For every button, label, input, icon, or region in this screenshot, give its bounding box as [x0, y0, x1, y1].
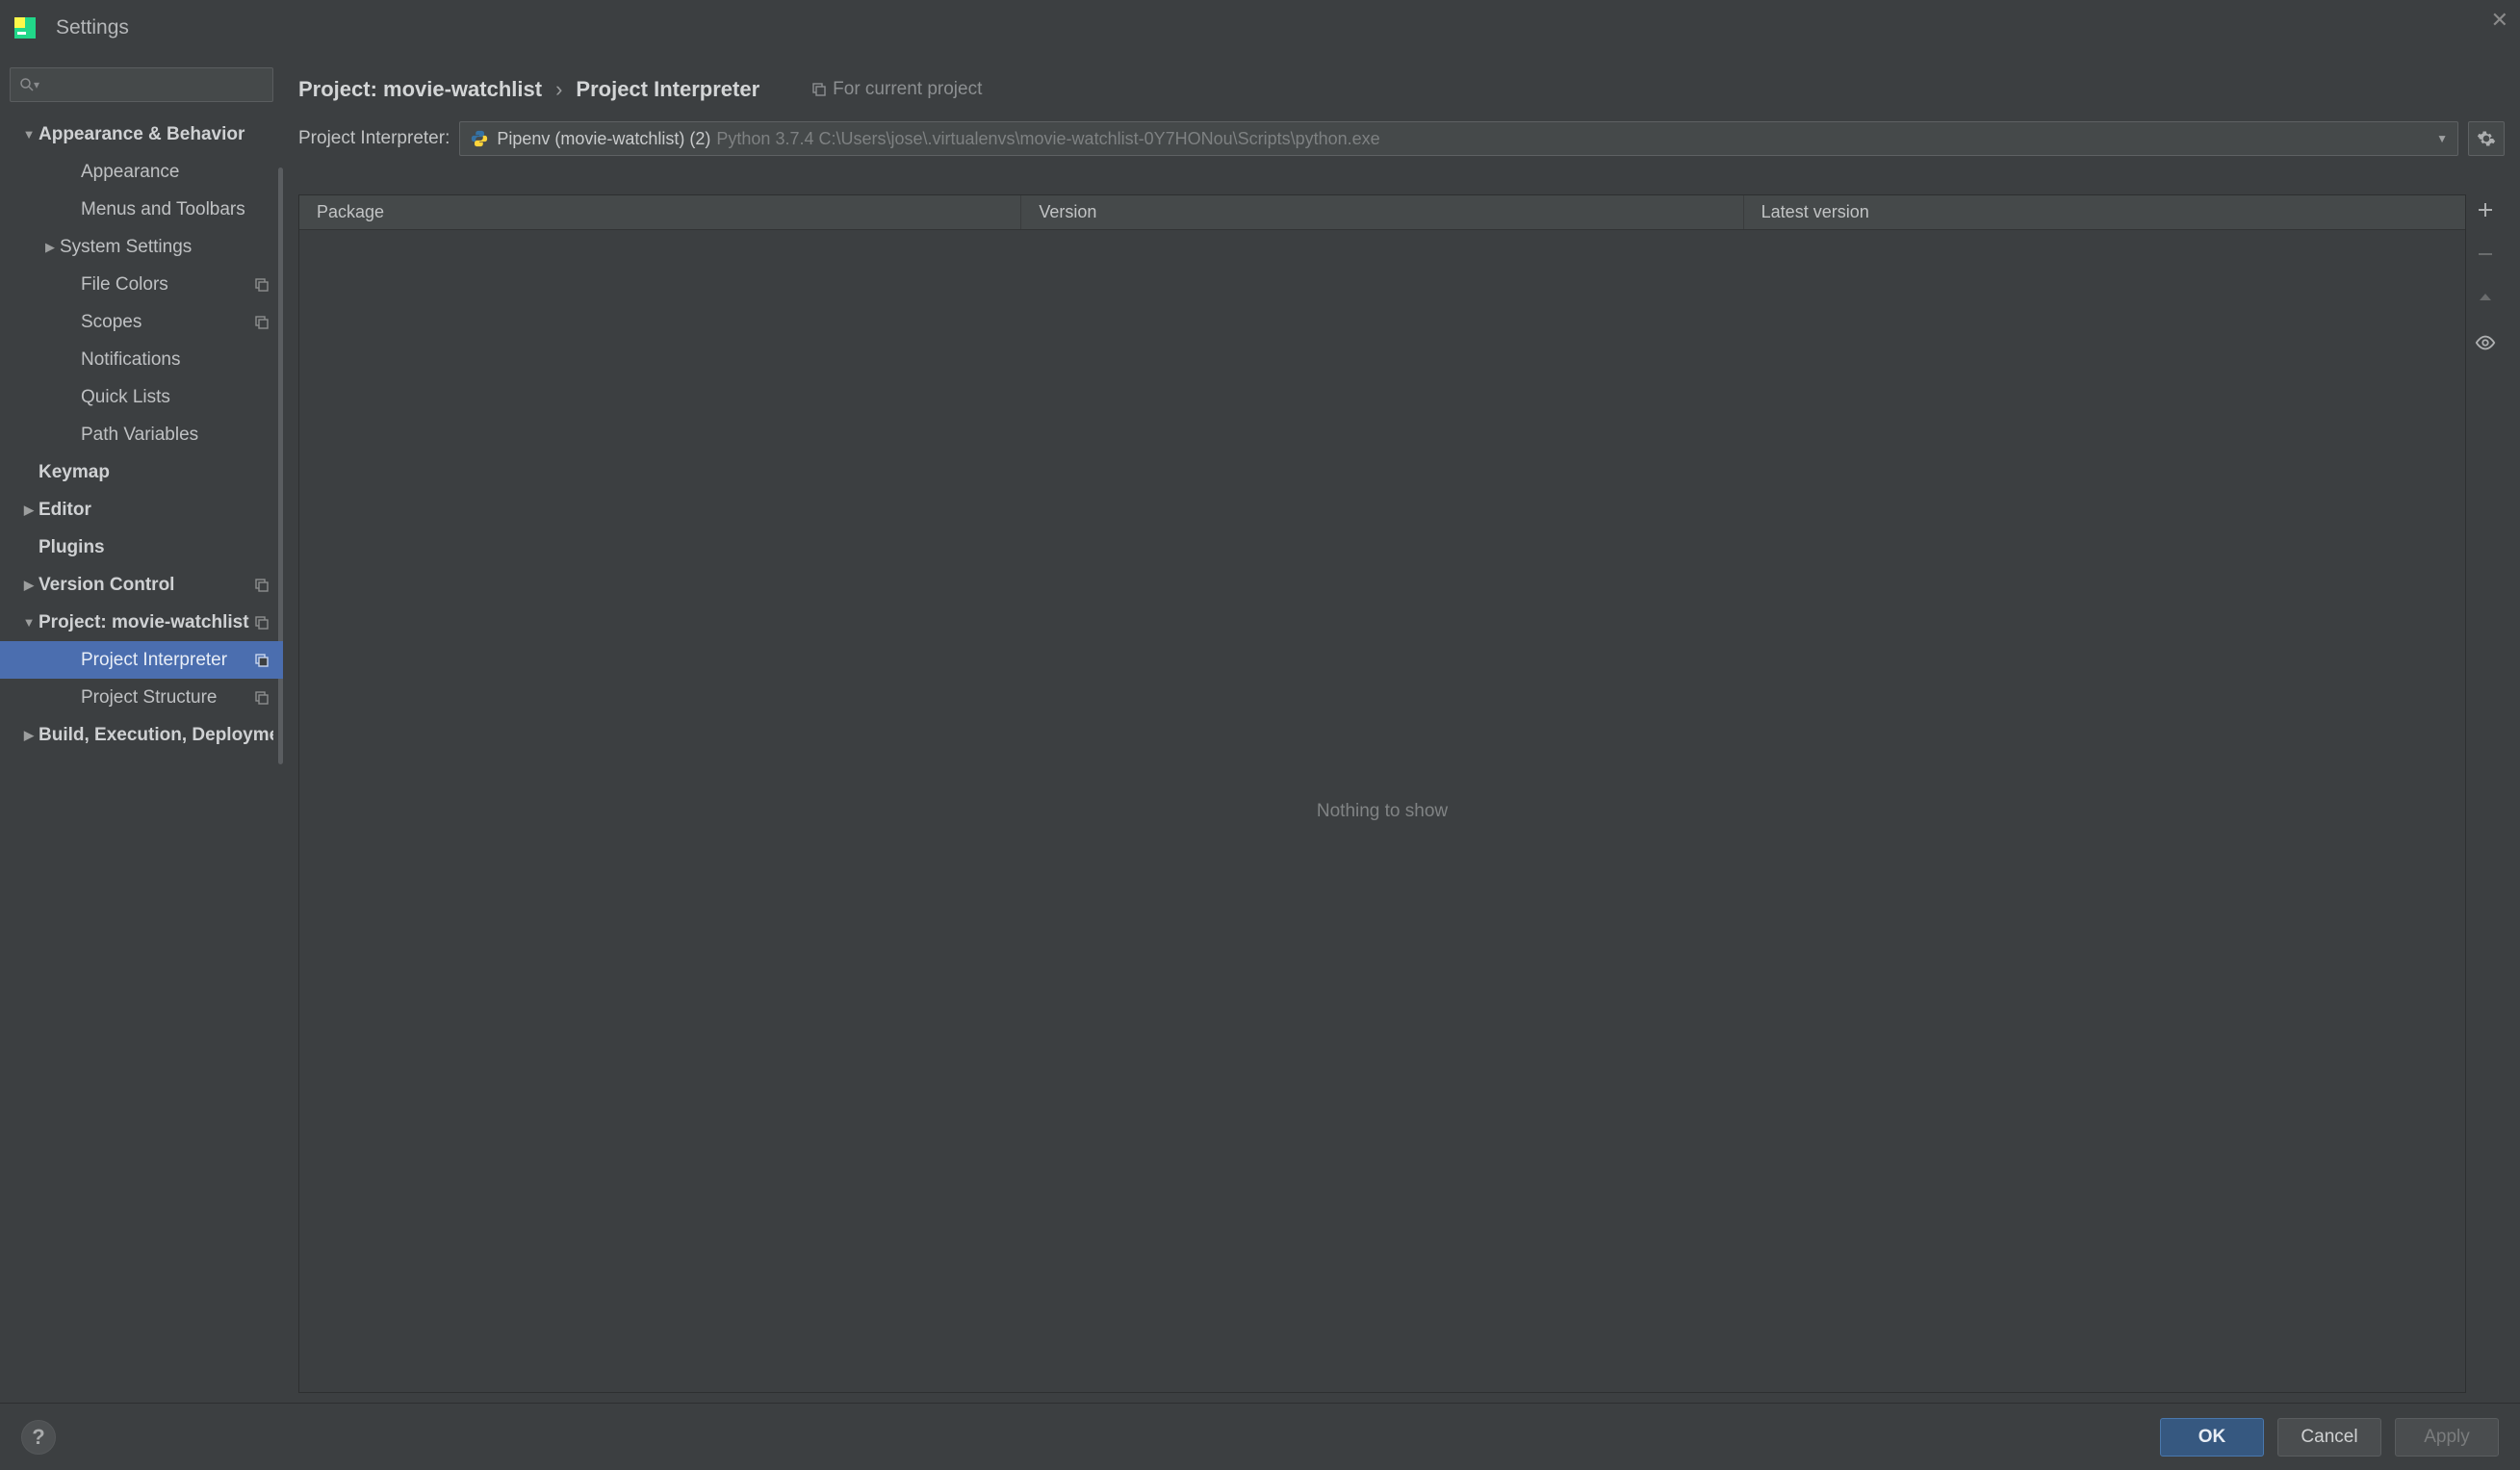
tree-item-label: Version Control: [39, 575, 273, 596]
tree-item-label: Quick Lists: [81, 387, 273, 408]
tree-item-path-variables[interactable]: Path Variables: [0, 416, 283, 453]
tree-item-label: Plugins: [39, 537, 273, 558]
copy-icon: [811, 82, 827, 97]
breadcrumb-seg-2: Project Interpreter: [576, 77, 759, 102]
app-icon: [12, 14, 39, 41]
tree-item-project-movie-watchlist[interactable]: Project: movie-watchlist: [0, 604, 283, 641]
tree-item-scopes[interactable]: Scopes: [0, 303, 283, 341]
footer: ? OK Cancel Apply: [0, 1403, 2520, 1470]
project-level-icon: [254, 653, 270, 668]
breadcrumb-separator: ›: [555, 77, 562, 102]
tree-item-label: Notifications: [81, 349, 273, 371]
breadcrumb-seg-1: Project: movie-watchlist: [298, 77, 542, 102]
column-package[interactable]: Package: [299, 195, 1021, 229]
breadcrumb-hint: For current project: [811, 79, 982, 100]
sidebar: ▾ Appearance & Behavior Appearance Menus a…: [0, 56, 283, 1403]
tree-item-label: Build, Execution, Deployment: [39, 725, 273, 746]
tree-item-label: Appearance & Behavior: [39, 124, 273, 145]
plus-icon: [2476, 200, 2495, 219]
tree-item-keymap[interactable]: Keymap: [0, 453, 283, 491]
package-area: Package Version Latest version Nothing t…: [283, 168, 2520, 1403]
add-package-button[interactable]: [2472, 196, 2499, 223]
interpreter-label: Project Interpreter:: [298, 128, 450, 149]
tree-item-label: System Settings: [60, 237, 273, 258]
chevron-right-icon[interactable]: [19, 578, 39, 593]
column-latest[interactable]: Latest version: [1744, 195, 2465, 229]
tree-item-menus-and-toolbars[interactable]: Menus and Toolbars: [0, 191, 283, 228]
tree-item-label: Project: movie-watchlist: [39, 612, 273, 633]
search-dropdown-caret[interactable]: ▾: [34, 78, 39, 91]
tree-item-plugins[interactable]: Plugins: [0, 529, 283, 566]
tree-item-editor[interactable]: Editor: [0, 491, 283, 529]
tree-item-label: Project Interpreter: [81, 650, 273, 671]
chevron-right-icon[interactable]: [40, 240, 60, 255]
settings-tree: Appearance & Behavior Appearance Menus and…: [0, 110, 283, 1403]
tree-item-build-execution-deployment[interactable]: Build, Execution, Deployment: [0, 716, 283, 754]
tree-item-label: File Colors: [81, 274, 273, 296]
package-table-header: Package Version Latest version: [299, 195, 2465, 230]
chevron-down-icon[interactable]: [19, 615, 39, 630]
interpreter-path: Python 3.7.4 C:\Users\jose\.virtualenvs\…: [716, 129, 2429, 149]
eye-icon: [2475, 332, 2496, 353]
search-input[interactable]: ▾: [10, 67, 273, 102]
tree-item-file-colors[interactable]: File Colors: [0, 266, 283, 303]
project-level-icon: [254, 315, 270, 330]
tree-item-system-settings[interactable]: System Settings: [0, 228, 283, 266]
package-table: Package Version Latest version Nothing t…: [298, 194, 2466, 1393]
help-icon: ?: [32, 1425, 44, 1450]
breadcrumb: Project: movie-watchlist › Project Inter…: [283, 56, 2520, 116]
show-early-releases-button[interactable]: [2472, 329, 2499, 356]
tree-item-label: Project Structure: [81, 687, 273, 709]
tree-item-appearance-behavior[interactable]: Appearance & Behavior: [0, 116, 283, 153]
apply-button[interactable]: Apply: [2395, 1418, 2499, 1457]
tree-item-quick-lists[interactable]: Quick Lists: [0, 378, 283, 416]
main-panel: Project: movie-watchlist › Project Inter…: [283, 56, 2520, 1403]
interpreter-row: Project Interpreter: Pipenv (movie-watch…: [283, 116, 2520, 168]
tree-item-project-structure[interactable]: Project Structure: [0, 679, 283, 716]
tree-item-appearance[interactable]: Appearance: [0, 153, 283, 191]
tree-item-notifications[interactable]: Notifications: [0, 341, 283, 378]
empty-message: Nothing to show: [1317, 801, 1448, 822]
search-wrap: ▾: [0, 56, 283, 110]
help-button[interactable]: ?: [21, 1420, 56, 1455]
tree-item-label: Appearance: [81, 162, 273, 183]
python-icon: [470, 129, 489, 148]
window-title: Settings: [56, 16, 129, 39]
chevron-right-icon[interactable]: [19, 728, 39, 743]
tree-item-project-interpreter[interactable]: Project Interpreter: [0, 641, 283, 679]
close-icon[interactable]: ✕: [2491, 8, 2508, 33]
chevron-down-icon: ▼: [2436, 132, 2448, 145]
gear-icon: [2477, 129, 2496, 148]
chevron-right-icon[interactable]: [19, 503, 39, 518]
project-level-icon: [254, 578, 270, 593]
tree-item-label: Menus and Toolbars: [81, 199, 273, 220]
tree-item-label: Keymap: [39, 462, 273, 483]
settings-window: Settings ✕ ▾ Appearance & BehaviorAppear…: [0, 0, 2520, 1470]
tree-item-label: Scopes: [81, 312, 273, 333]
minus-icon: [2476, 245, 2495, 264]
package-tools: [2466, 194, 2505, 1393]
tree-item-label: Path Variables: [81, 425, 273, 446]
package-table-body: Nothing to show: [299, 230, 2465, 1392]
remove-package-button: [2472, 241, 2499, 268]
tree-item-label: Editor: [39, 500, 273, 521]
upgrade-package-button: [2472, 285, 2499, 312]
interpreter-settings-button[interactable]: [2468, 121, 2505, 156]
chevron-down-icon[interactable]: [19, 127, 39, 142]
ok-button[interactable]: OK: [2160, 1418, 2264, 1457]
project-level-icon: [254, 615, 270, 631]
interpreter-name: Pipenv (movie-watchlist) (2): [497, 129, 710, 149]
body: ▾ Appearance & Behavior Appearance Menus a…: [0, 56, 2520, 1403]
cancel-button[interactable]: Cancel: [2277, 1418, 2381, 1457]
column-version[interactable]: Version: [1021, 195, 1743, 229]
titlebar: Settings ✕: [0, 0, 2520, 56]
up-arrow-icon: [2478, 291, 2493, 306]
tree-item-version-control[interactable]: Version Control: [0, 566, 283, 604]
project-level-icon: [254, 277, 270, 293]
project-level-icon: [254, 690, 270, 706]
interpreter-select[interactable]: Pipenv (movie-watchlist) (2) Python 3.7.…: [459, 121, 2458, 156]
